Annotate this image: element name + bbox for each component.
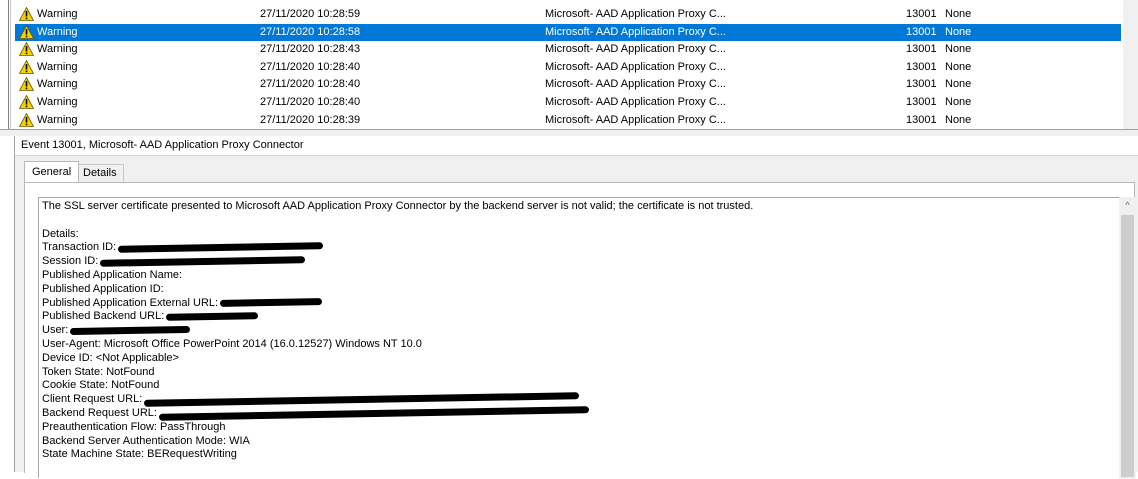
redacted-link[interactable]	[144, 391, 580, 407]
event-task: None	[945, 8, 972, 20]
backend-request-url-label: Backend Request URL:	[42, 406, 157, 419]
scroll-up-arrow-icon[interactable]: ^	[1119, 197, 1136, 214]
client-request-url-line: Client Request URL:	[42, 391, 753, 407]
message-scrollbar[interactable]: ^	[1119, 197, 1136, 479]
event-row[interactable]: Warning 27/11/2020 10:28:59 Microsoft- AAD…	[15, 6, 1121, 23]
warning-icon	[19, 7, 34, 21]
cookie-state-line: Cookie State: NotFound	[42, 379, 160, 392]
warning-icon	[19, 24, 34, 39]
user-line: User:	[42, 324, 753, 338]
transaction-id-label: Transaction ID:	[42, 241, 117, 254]
session-id-line: Session ID:	[42, 255, 753, 269]
event-message-box[interactable]: The SSL server certificate presented to …	[38, 197, 1136, 479]
published-backend-url-label: Published Backend URL:	[42, 310, 165, 323]
tab-content-general: The SSL server certificate presented to …	[24, 182, 1136, 479]
warning-icon	[19, 59, 34, 74]
event-list: Warning 27/11/2020 10:28:59 Microsoft- AAD…	[0, 0, 1123, 129]
warning-icon	[19, 95, 34, 109]
published-app-external-url-line: Published Application External URL:	[42, 297, 753, 311]
preauth-flow-line: Preauthentication Flow: PassThrough	[42, 420, 226, 433]
event-level: Warning	[37, 60, 78, 73]
event-level: Warning	[37, 96, 78, 108]
event-source: Microsoft- AAD Application Proxy C...	[545, 25, 726, 38]
event-id: 13001	[906, 78, 937, 91]
event-task: None	[945, 113, 972, 126]
event-message: The SSL server certificate presented to …	[42, 200, 753, 462]
detail-header: Event 13001, Microsoft- AAD Application …	[15, 136, 1138, 156]
pane-splitter[interactable]	[0, 129, 1138, 136]
event-level: Warning	[37, 43, 78, 56]
backend-auth-mode-line: Backend Server Authentication Mode: WIA	[42, 434, 250, 447]
published-app-id-line: Published Application ID:	[42, 282, 164, 295]
event-row[interactable]: Warning 27/11/2020 10:28:40 Microsoft- AAD…	[15, 94, 1121, 111]
published-app-external-url-label: Published Application External URL:	[42, 296, 219, 309]
backend-request-url-line: Backend Request URL:	[42, 405, 753, 421]
event-row[interactable]: Warning 27/11/2020 10:28:40 Microsoft- AAD…	[15, 59, 1121, 76]
event-row[interactable]: Warning 27/11/2020 10:28:43 Microsoft- AAD…	[15, 41, 1121, 58]
event-id: 13001	[906, 60, 937, 73]
state-machine-state-line: State Machine State: BERequestWriting	[42, 448, 237, 461]
event-task: None	[945, 78, 972, 91]
event-date: 27/11/2020 10:28:59	[260, 8, 361, 20]
event-source: Microsoft- AAD Application Proxy C...	[545, 96, 726, 108]
redacted-link[interactable]	[158, 405, 589, 421]
event-date: 27/11/2020 10:28:58	[260, 25, 361, 38]
redaction-mark	[118, 242, 324, 253]
event-row[interactable]: Warning 27/11/2020 10:28:39 Microsoft- AAD…	[15, 112, 1121, 129]
token-state-line: Token State: NotFound	[42, 365, 155, 378]
device-id-line: Device ID: <Not Applicable>	[42, 351, 179, 364]
published-app-name-line: Published Application Name:	[42, 268, 183, 281]
published-backend-url-line: Published Backend URL:	[42, 310, 753, 324]
detail-title: Event 13001, Microsoft- AAD Application …	[21, 139, 304, 151]
details-heading: Details:	[42, 227, 79, 240]
event-id: 13001	[906, 8, 937, 20]
event-source: Microsoft- AAD Application Proxy C...	[545, 43, 726, 56]
event-task: None	[945, 43, 972, 56]
event-task: None	[945, 25, 972, 38]
event-date: 27/11/2020 10:28:40	[260, 96, 361, 108]
event-source: Microsoft- AAD Application Proxy C...	[545, 8, 726, 20]
event-id: 13001	[906, 96, 937, 108]
event-date: 27/11/2020 10:28:39	[260, 113, 361, 126]
event-level: Warning	[37, 113, 78, 126]
event-source: Microsoft- AAD Application Proxy C...	[545, 113, 726, 126]
event-level: Warning	[37, 78, 78, 91]
tab-general[interactable]: General	[24, 161, 80, 182]
scroll-thumb[interactable]	[1121, 215, 1134, 477]
user-label: User:	[42, 324, 69, 337]
list-scrollbar[interactable]	[1123, 0, 1138, 129]
event-date: 27/11/2020 10:28:40	[260, 60, 361, 73]
tab-details[interactable]: Details	[76, 164, 124, 182]
event-id: 13001	[906, 43, 937, 56]
event-date: 27/11/2020 10:28:40	[260, 78, 361, 91]
warning-icon	[19, 112, 34, 127]
warning-icon	[19, 42, 34, 57]
event-date: 27/11/2020 10:28:43	[260, 43, 361, 56]
event-source: Microsoft- AAD Application Proxy C...	[545, 60, 726, 73]
list-left-border-inner	[10, 0, 11, 129]
warning-icon	[19, 77, 34, 92]
event-detail-pane: Event 13001, Microsoft- AAD Application …	[14, 136, 1138, 479]
redaction-mark	[70, 325, 191, 335]
transaction-id-line: Transaction ID:	[42, 241, 753, 255]
event-row[interactable]: Warning 27/11/2020 10:28:40 Microsoft- AAD…	[15, 76, 1121, 93]
event-id: 13001	[906, 25, 937, 38]
event-id: 13001	[906, 113, 937, 126]
list-left-border	[8, 0, 9, 129]
user-agent-line: User-Agent: Microsoft Office PowerPoint …	[42, 337, 422, 350]
redaction-mark	[100, 255, 306, 267]
event-level: Warning	[37, 8, 78, 20]
event-task: None	[945, 60, 972, 73]
message-summary: The SSL server certificate presented to …	[42, 200, 754, 212]
session-id-label: Session ID:	[42, 255, 99, 268]
event-task: None	[945, 96, 972, 108]
event-row[interactable]: Warning 27/11/2020 10:28:58 Microsoft- AAD…	[15, 23, 1121, 41]
redacted-link[interactable]	[166, 312, 259, 321]
event-level: Warning	[37, 25, 78, 38]
event-source: Microsoft- AAD Application Proxy C...	[545, 78, 726, 91]
client-request-url-label: Client Request URL:	[42, 393, 143, 406]
redacted-link[interactable]	[220, 298, 323, 308]
